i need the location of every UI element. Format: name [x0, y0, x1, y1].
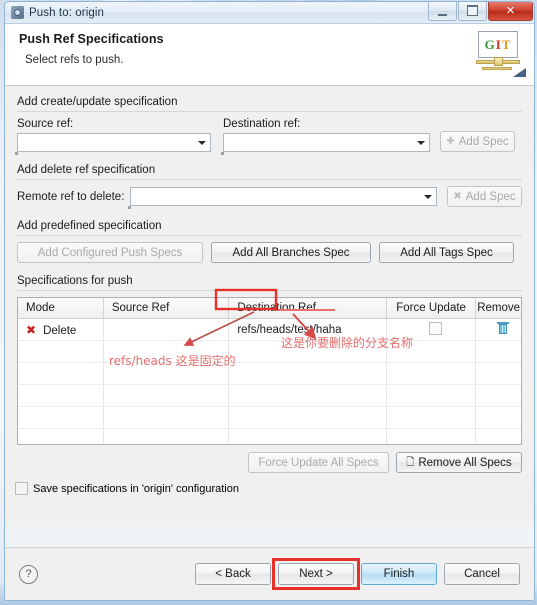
page-title: Push Ref Specifications	[19, 32, 164, 46]
finish-label: Finish	[383, 568, 415, 580]
source-ref-combo[interactable]	[15, 133, 211, 155]
column-header-source-ref[interactable]: Source Ref	[103, 298, 230, 319]
save-specifications-checkbox[interactable]	[15, 482, 28, 495]
force-update-all-specs-button[interactable]: Force Update All Specs	[248, 452, 389, 473]
predefined-group: Add predefined specification Add Configu…	[17, 220, 522, 263]
next-button[interactable]: Next >	[278, 563, 354, 585]
add-configured-push-specs-button[interactable]: Add Configured Push Specs	[17, 242, 203, 263]
create-update-legend: Add create/update specification	[17, 96, 178, 108]
table-row-empty	[18, 362, 521, 385]
cell-mode: ✖ Delete	[18, 318, 104, 341]
cell-remove[interactable]	[475, 318, 521, 341]
help-icon: ?	[25, 568, 32, 580]
back-button[interactable]: < Back	[195, 563, 271, 585]
minimize-button[interactable]	[428, 2, 457, 21]
remove-all-label: Remove All Specs	[418, 456, 512, 469]
close-button[interactable]: ✕	[488, 2, 533, 21]
destination-ref-label: Destination ref:	[223, 118, 301, 130]
annotation-branch-note: 这是你要删除的分支名称	[281, 336, 414, 350]
specifications-group: Specifications for push Mode Source Ref …	[17, 275, 522, 473]
cell-mode-label: Delete	[43, 324, 77, 337]
column-header-remove[interactable]: Remove	[475, 298, 521, 319]
close-icon: ✕	[505, 4, 516, 17]
remove-all-specs-button[interactable]: 🗋 Remove All Specs	[396, 452, 522, 473]
footer-buttons: < Back Next > Finish Cancel	[195, 558, 520, 590]
help-button[interactable]: ?	[19, 564, 38, 584]
dialog-body: Add create/update specification Source r…	[5, 86, 534, 526]
chevron-down-icon	[198, 140, 206, 145]
remove-all-icon: 🗋	[406, 456, 415, 468]
force-update-checkbox[interactable]	[428, 321, 442, 335]
window-controls: ✕	[427, 2, 533, 21]
next-label: Next >	[299, 568, 333, 580]
add-all-tags-spec-label: Add All Tags Spec	[400, 246, 493, 259]
specifications-table[interactable]: Mode Source Ref Destination Ref Force Up…	[17, 297, 522, 445]
cancel-label: Cancel	[464, 568, 500, 580]
create-update-group: Add create/update specification Source r…	[15, 96, 522, 155]
dialog-footer: ? < Back Next > Finish Cancel	[5, 547, 534, 600]
maximize-button[interactable]	[458, 2, 487, 21]
add-create-spec-label: Add Spec	[458, 135, 509, 148]
delete-x-icon: ✖	[26, 322, 37, 337]
next-button-wrapper: Next >	[272, 558, 360, 590]
chevron-down-icon	[417, 140, 425, 145]
table-row-empty	[18, 406, 521, 429]
table-row-empty	[18, 384, 521, 407]
add-configured-push-specs-label: Add Configured Push Specs	[37, 246, 183, 259]
column-header-destination-ref[interactable]: Destination Ref	[228, 298, 387, 319]
table-row-empty	[18, 340, 521, 363]
finish-button[interactable]: Finish	[361, 563, 437, 585]
specifications-legend: Specifications for push	[17, 275, 133, 287]
push-dialog-window: Push to: origin ✕ Push Ref Specification…	[4, 1, 535, 601]
force-update-all-label: Force Update All Specs	[258, 456, 379, 469]
chevron-down-icon	[424, 194, 432, 199]
cell-source-ref	[103, 318, 230, 341]
back-label: < Back	[215, 568, 251, 580]
delete-ref-group: Add delete ref specification Remote ref …	[17, 164, 522, 209]
add-delete-spec-button[interactable]: ✖ Add Spec	[447, 186, 522, 207]
maximize-icon	[467, 4, 478, 16]
remote-ref-label: Remote ref to delete:	[17, 190, 125, 203]
save-specifications-option[interactable]: Save specifications in 'origin' configur…	[15, 482, 522, 495]
add-create-spec-button[interactable]: ✚ Add Spec	[440, 131, 515, 152]
table-row[interactable]: ✖ Delete refs/heads/test/haha	[18, 318, 521, 341]
x-icon: ✖	[453, 190, 462, 202]
delete-ref-legend: Add delete ref specification	[17, 164, 156, 176]
git-logo-letter-g: G	[484, 36, 496, 52]
add-delete-spec-label: Add Spec	[465, 190, 516, 203]
window-title: Push to: origin	[29, 6, 105, 19]
dialog-banner: Push Ref Specifications Select refs to p…	[5, 24, 534, 86]
column-header-force-update[interactable]: Force Update	[386, 298, 477, 319]
add-all-tags-spec-button[interactable]: Add All Tags Spec	[379, 242, 514, 263]
source-ref-label: Source ref:	[17, 118, 74, 130]
add-all-branches-spec-label: Add All Branches Spec	[232, 246, 350, 259]
predefined-legend: Add predefined specification	[17, 220, 162, 232]
page-subtitle: Select refs to push.	[25, 54, 124, 66]
save-specifications-label: Save specifications in 'origin' configur…	[33, 482, 239, 495]
title-bar: Push to: origin ✕	[5, 2, 534, 24]
annotation-fixed-note: refs/heads 这是固定的	[109, 354, 236, 368]
table-row-empty	[18, 428, 521, 444]
table-header-row: Mode Source Ref Destination Ref Force Up…	[18, 298, 521, 319]
remote-ref-combo[interactable]	[128, 187, 437, 209]
plus-icon: ✚	[446, 135, 455, 147]
git-logo-letter-t: T	[501, 36, 512, 52]
destination-ref-combo[interactable]	[221, 133, 430, 155]
minimize-icon	[438, 14, 447, 16]
add-all-branches-spec-button[interactable]: Add All Branches Spec	[211, 242, 371, 263]
column-header-mode[interactable]: Mode	[18, 298, 104, 319]
git-logo-icon: GIT	[476, 31, 526, 77]
cancel-button[interactable]: Cancel	[444, 563, 520, 585]
push-window-icon	[11, 6, 24, 19]
trash-icon[interactable]	[496, 322, 509, 334]
